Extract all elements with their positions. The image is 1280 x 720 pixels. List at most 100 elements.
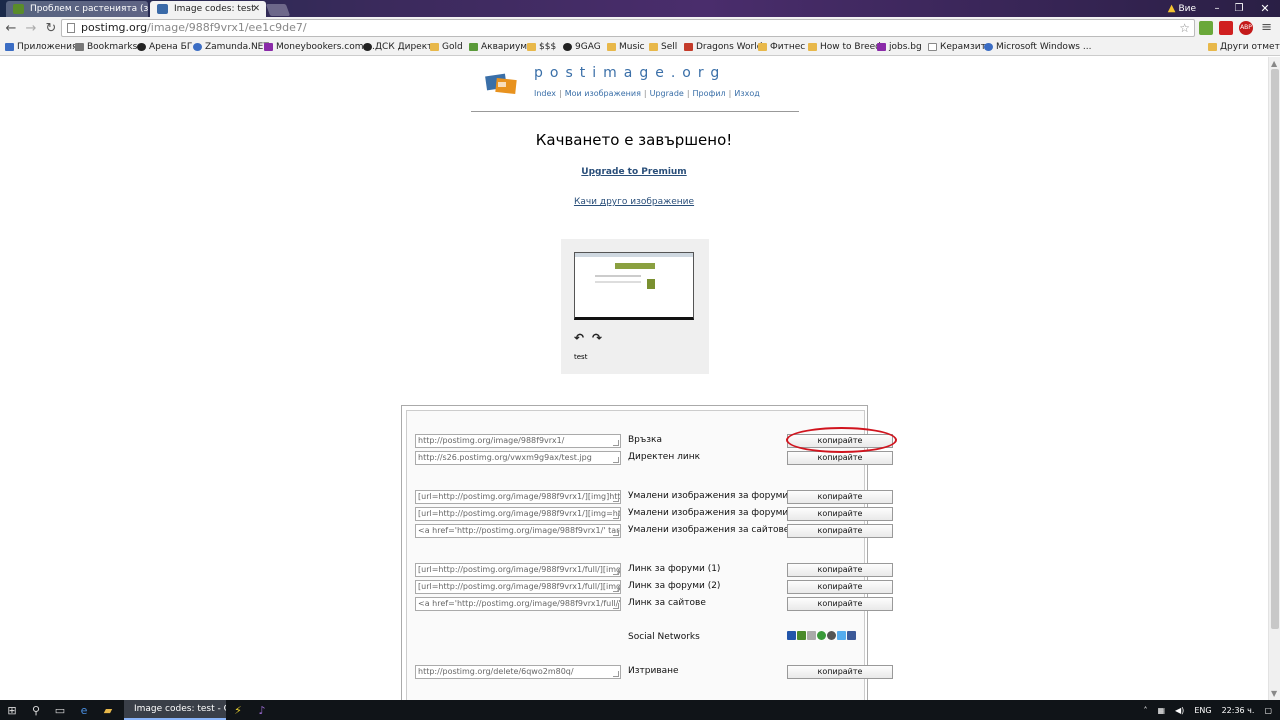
taskbar: ⊞ ⚲ ▭ e ▰ Image codes: test - G... ⚡ ♪ ˄… xyxy=(0,700,1280,720)
forward-icon[interactable]: → xyxy=(22,21,40,36)
bookmark-apps[interactable]: Приложения xyxy=(5,39,77,55)
rotate-left-icon[interactable]: ↶ xyxy=(574,331,584,345)
file-explorer-icon[interactable]: ▰ xyxy=(96,704,120,717)
image-thumbnail[interactable] xyxy=(574,252,694,320)
adblock-icon[interactable]: ABP xyxy=(1239,21,1253,35)
bookmark-money[interactable]: $$$ xyxy=(527,39,556,55)
code-label: Умалени изображения за форуми (2) xyxy=(628,508,804,518)
bookmark-sell[interactable]: Sell xyxy=(649,39,677,55)
scroll-up-icon[interactable]: ▲ xyxy=(1271,59,1277,68)
facebook-icon[interactable] xyxy=(847,631,856,640)
code-input[interactable]: [url=http://postimg.org/image/988f9vrx1/… xyxy=(415,563,621,577)
code-row-thumb-sites: <a href='http://postimg.org/image/988f9v… xyxy=(402,524,893,540)
copy-button[interactable]: копирайте xyxy=(787,451,893,465)
language-indicator[interactable]: ENG xyxy=(1194,706,1211,715)
google-bookmarks-icon[interactable] xyxy=(797,631,806,640)
thumbnail-caption: test xyxy=(574,353,588,361)
windows-icon xyxy=(984,43,993,51)
scroll-down-icon[interactable]: ▼ xyxy=(1271,689,1277,698)
nav-my-images[interactable]: Мои изображения xyxy=(565,89,641,98)
address-bar[interactable]: postimg.org/image/988f9vrx1/ee1c9de7/ ☆ xyxy=(61,19,1195,37)
notifications-icon[interactable]: ▢ xyxy=(1264,706,1272,715)
bookmark-jobs[interactable]: jobs.bg xyxy=(877,39,922,55)
bookmark-arena[interactable]: Арена БГ xyxy=(137,39,192,55)
stumbleupon-icon[interactable] xyxy=(817,631,826,640)
bookmark-microsoft-windows[interactable]: Microsoft Windows ... xyxy=(984,39,1091,55)
nav-upgrade[interactable]: Upgrade xyxy=(650,89,684,98)
copy-button[interactable]: копирайте xyxy=(787,597,893,611)
copy-button[interactable]: копирайте xyxy=(787,665,893,679)
dsk-icon xyxy=(363,43,372,51)
tab-close-icon[interactable]: ✕ xyxy=(252,1,260,17)
bookmark-bookmarks[interactable]: Bookmarks xyxy=(75,39,137,55)
tray-chevron-icon[interactable]: ˄ xyxy=(1143,706,1147,715)
code-input[interactable]: [url=http://postimg.org/image/988f9vrx1/… xyxy=(415,507,621,521)
code-input[interactable]: http://postimg.org/image/988f9vrx1/ xyxy=(415,434,621,448)
winamp-icon[interactable]: ⚡ xyxy=(226,704,250,717)
digg-icon[interactable] xyxy=(807,631,816,640)
bookmark-fitness[interactable]: Фитнес xyxy=(758,39,805,55)
tab-favicon xyxy=(157,4,168,14)
twitter-icon[interactable] xyxy=(837,631,846,640)
tab-plants[interactable]: Проблем с растенията (з xyxy=(6,1,148,17)
scrollbar-thumb[interactable] xyxy=(1271,69,1279,629)
menu-icon[interactable]: ≡ xyxy=(1261,20,1272,35)
bookmark-music[interactable]: Music xyxy=(607,39,645,55)
bookmark-keramzit[interactable]: Керамзит xyxy=(928,39,986,55)
app-icon[interactable]: ♪ xyxy=(250,704,274,717)
postimage-logo-icon[interactable] xyxy=(484,71,520,97)
nav-index[interactable]: Index xyxy=(534,89,556,98)
site-name[interactable]: postimage.org xyxy=(534,65,726,81)
close-window-icon[interactable]: ✕ xyxy=(1250,2,1280,15)
minimize-icon[interactable]: – xyxy=(1206,3,1228,14)
copy-button[interactable]: копирайте xyxy=(787,507,893,521)
taskbar-chrome-app[interactable]: Image codes: test - G... xyxy=(124,700,226,720)
nav-profile[interactable]: Профил xyxy=(693,89,726,98)
bookmark-aquarium[interactable]: Аквариум xyxy=(469,39,527,55)
bookmark-dsk[interactable]: ДСК Директ xyxy=(363,39,432,55)
bookmark-dragons-world[interactable]: Dragons World xyxy=(684,39,762,55)
copy-button[interactable]: копирайте xyxy=(787,524,893,538)
tab-image-codes[interactable]: Image codes: test ✕ xyxy=(150,1,266,17)
delete-link-input[interactable]: http://postimg.org/delete/6qwo2m80q/ xyxy=(415,665,621,679)
code-label: Линк за форуми (2) xyxy=(628,581,721,591)
windows-start-icon[interactable]: ⊞ xyxy=(0,704,24,717)
code-input[interactable]: <a href='http://postimg.org/image/988f9v… xyxy=(415,524,621,538)
profile-button[interactable]: ▲ Вие xyxy=(1168,3,1196,14)
page-icon xyxy=(928,43,937,51)
reload-icon[interactable]: ↻ xyxy=(42,21,60,36)
bookmark-moneybookers[interactable]: Moneybookers.com ... xyxy=(264,39,375,55)
copy-button[interactable]: копирайте xyxy=(787,580,893,594)
nav-logout[interactable]: Изход xyxy=(734,89,759,98)
bookmark-how-to-breed[interactable]: How to Breed xyxy=(808,39,881,55)
bookmark-other[interactable]: Други отметки xyxy=(1208,39,1280,55)
bookmark-gold[interactable]: Gold xyxy=(430,39,463,55)
restore-icon[interactable]: ❐ xyxy=(1228,3,1250,14)
code-input[interactable]: <a href='http://postimg.org/image/988f9v… xyxy=(415,597,621,611)
moneybookers-icon xyxy=(264,43,273,51)
edge-icon[interactable]: e xyxy=(72,704,96,717)
network-icon[interactable]: ▦ xyxy=(1157,706,1165,715)
bookmark-zamunda[interactable]: Zamunda.NET xyxy=(193,39,269,55)
page-title: Качването е завършено! xyxy=(535,131,733,149)
page-scrollbar[interactable]: ▲ ▼ xyxy=(1268,57,1280,700)
extension-puzzle-icon[interactable] xyxy=(1219,21,1233,35)
search-icon[interactable]: ⚲ xyxy=(24,704,48,717)
reddit-icon[interactable] xyxy=(827,631,836,640)
code-input[interactable]: [url=http://postimg.org/image/988f9vrx1/… xyxy=(415,490,621,504)
bookmark-9gag[interactable]: 9GAG xyxy=(563,39,601,55)
extension-house-icon[interactable] xyxy=(1199,21,1213,35)
new-tab-button[interactable] xyxy=(265,4,291,16)
bookmark-star-icon[interactable]: ☆ xyxy=(1179,20,1190,36)
back-icon[interactable]: ← xyxy=(2,21,20,36)
volume-icon[interactable]: ◀) xyxy=(1175,706,1184,715)
clock[interactable]: 22:36 ч. xyxy=(1222,706,1255,715)
copy-button[interactable]: копирайте xyxy=(787,490,893,504)
code-input[interactable]: http://s26.postimg.org/vwxm9g9ax/test.jp… xyxy=(415,451,621,465)
tab-title: Image codes: test xyxy=(174,4,255,14)
copy-button[interactable]: копирайте xyxy=(787,563,893,577)
rotate-right-icon[interactable]: ↷ xyxy=(592,331,602,345)
delicious-icon[interactable] xyxy=(787,631,796,640)
task-view-icon[interactable]: ▭ xyxy=(48,704,72,717)
code-input[interactable]: [url=http://postimg.org/image/988f9vrx1/… xyxy=(415,580,621,594)
